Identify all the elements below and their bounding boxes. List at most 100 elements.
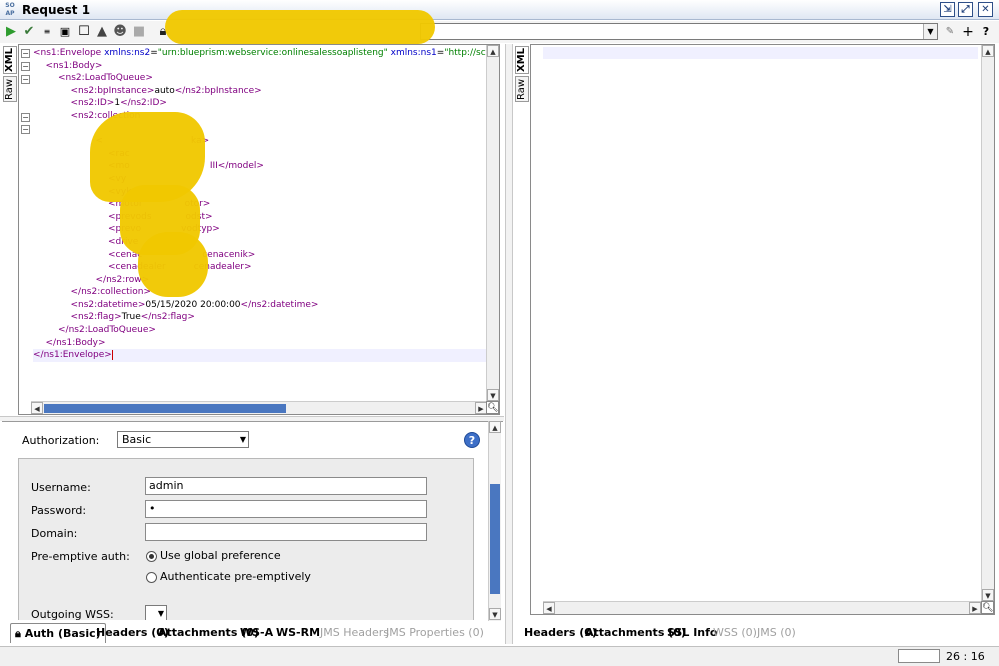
xml-code[interactable]: <ns1:Envelope xmlns:ns2="urn:blueprism:w… <box>33 47 487 399</box>
horizontal-scroll-thumb[interactable] <box>44 404 286 413</box>
check-icon[interactable]: ✔ <box>21 24 37 40</box>
fold-icon[interactable]: − <box>21 125 30 134</box>
xml-line[interactable]: <prevovodtyp> <box>33 223 487 236</box>
chevron-down-icon: ▼ <box>157 609 164 618</box>
help-icon[interactable]: ? <box>464 432 480 448</box>
password-field[interactable]: • <box>145 500 427 518</box>
fold-icon[interactable]: − <box>21 113 30 122</box>
response-vertical-scrollbar[interactable]: ▲ ▼ <box>981 45 994 601</box>
xml-line[interactable]: </ns2:collection> <box>33 286 487 299</box>
xml-line[interactable]: </ns2:row> <box>33 274 487 287</box>
xml-line[interactable]: <cenadealer cenadealer> <box>33 261 487 274</box>
password-label: Password: <box>31 504 87 517</box>
fold-icon[interactable]: − <box>21 49 30 58</box>
scroll-up-icon[interactable]: ▲ <box>982 45 994 57</box>
edit-icon[interactable]: ✎ <box>942 24 958 40</box>
xml-line[interactable]: <ns1:Body> <box>33 60 487 73</box>
request-tab-ws-a[interactable]: WS-A <box>236 623 277 643</box>
endpoint-select[interactable]: ▼ <box>420 23 938 40</box>
tab-label: WS-A <box>240 626 274 639</box>
request-tab-jms-properties-0[interactable]: JMS Properties (0) <box>382 623 488 643</box>
username-label: Username: <box>31 481 91 494</box>
fold-icon[interactable]: − <box>21 62 30 71</box>
response-tab-jms-0[interactable]: JMS (0) <box>753 623 800 643</box>
scroll-up-icon[interactable]: ▲ <box>489 421 501 433</box>
square-icon[interactable]: ☐ <box>76 24 92 40</box>
scroll-left-icon[interactable]: ◀ <box>31 402 43 414</box>
auth-panel: Authorization: Basic ▼ ? Username: admin… <box>2 421 503 620</box>
auth-vertical-scrollbar[interactable]: ▲ ▼ <box>488 421 501 621</box>
maximize-icon[interactable]: ⤢ <box>958 2 973 17</box>
editor-vertical-scrollbar[interactable]: ▲ ▼ <box>486 45 499 401</box>
request-bottom-tabs: 🔒︎ Auth (Basic) Headers (0) Attachments (0… <box>10 623 505 645</box>
editor-gutter: − − − − − <box>19 45 31 401</box>
chevron-down-icon[interactable]: ▼ <box>923 24 937 39</box>
tab-raw-right[interactable]: Raw <box>515 76 529 102</box>
preemptive-auth-label: Pre-emptive auth: <box>31 550 130 563</box>
tab-label: JMS (0) <box>757 626 796 639</box>
xml-line[interactable]: <ns1:Envelope xmlns:ns2="urn:blueprism:w… <box>33 47 487 60</box>
xml-line[interactable]: <ns2:ID>1</ns2:ID> <box>33 97 487 110</box>
response-caret-line <box>543 47 978 59</box>
xml-line[interactable]: <ns2:bpInstance>auto</ns2:bpInstance> <box>33 85 487 98</box>
restore-icon[interactable]: ⇲ <box>940 2 955 17</box>
radio-authenticate-preemptively-label[interactable]: Authenticate pre-emptively <box>160 570 311 583</box>
outgoing-wss-label: Outgoing WSS: <box>31 608 114 620</box>
magnifier-icon[interactable]: 🔍︎ <box>486 401 499 414</box>
tab-label: Auth (Basic) <box>24 627 101 640</box>
domain-field[interactable] <box>145 523 427 541</box>
fold-icon[interactable]: − <box>21 75 30 84</box>
radio-global-preference-label[interactable]: Use global preference <box>160 549 281 562</box>
auth-scroll-thumb[interactable] <box>490 484 500 594</box>
xml-line[interactable]: <ns2:flag>True</ns2:flag> <box>33 311 487 324</box>
xml-line[interactable]: <cenac cenacenik> <box>33 249 487 262</box>
outgoing-wss-select[interactable]: ▼ <box>145 605 167 620</box>
scroll-down-icon[interactable]: ▼ <box>982 589 994 601</box>
plus-icon[interactable]: + <box>960 24 976 40</box>
xml-line[interactable]: <ns2:datetime>05/15/2020 20:00:00</ns2:d… <box>33 299 487 312</box>
authorization-label: Authorization: <box>22 434 100 447</box>
radio-global-preference[interactable] <box>146 551 157 562</box>
xml-line[interactable]: <prevodsodst> <box>33 211 487 224</box>
redaction-mark <box>138 232 208 297</box>
xml-line[interactable]: <ns2:collection <box>33 110 487 123</box>
editor-horizontal-scrollbar[interactable]: ◀ ▶ <box>31 401 487 414</box>
tab-xml-left[interactable]: XML <box>3 46 17 74</box>
stop-icon[interactable]: ■ <box>131 24 147 40</box>
tab-xml-right[interactable]: XML <box>515 46 529 74</box>
window-titlebar: SO AP Request 1 ⇲ ⤢ ✕ <box>0 0 999 20</box>
radio-authenticate-preemptively[interactable] <box>146 572 157 583</box>
response-horizontal-scrollbar[interactable]: ◀ ▶ <box>543 601 981 614</box>
magnifier-icon[interactable]: 🔍︎ <box>981 601 994 614</box>
xml-line[interactable]: </ns1:Envelope> <box>33 349 487 362</box>
authorization-select[interactable]: Basic ▼ <box>117 431 249 448</box>
response-bottom-tabs: Headers (0) Attachments (0) SSL Info WSS (0… <box>520 623 990 645</box>
user-icon[interactable]: ▲ <box>94 24 110 40</box>
person-icon[interactable]: ☻ <box>112 24 128 40</box>
help-icon[interactable]: ? <box>978 24 994 40</box>
close-icon[interactable]: ✕ <box>978 2 993 17</box>
scroll-up-icon[interactable]: ▲ <box>487 45 499 57</box>
tab-label: WS-RM <box>276 626 321 639</box>
scroll-down-icon[interactable]: ▼ <box>489 608 501 620</box>
image-icon[interactable]: ▣ <box>57 24 73 40</box>
authorization-value: Basic <box>122 433 152 446</box>
scroll-right-icon[interactable]: ▶ <box>969 602 981 614</box>
auth-form: Username: admin Password: • Domain: Pre-… <box>18 458 474 620</box>
username-field[interactable]: admin <box>145 477 427 495</box>
response-xml-editor[interactable]: ▲ ▼ ◀ ▶ 🔍︎ <box>530 44 995 615</box>
cursor-position: 26 : 16 <box>946 650 985 663</box>
scroll-down-icon[interactable]: ▼ <box>487 389 499 401</box>
tab-label: JMS Properties (0) <box>386 626 484 639</box>
xml-line[interactable]: </ns1:Body> <box>33 337 487 350</box>
tab-label: WSS (0) <box>713 626 757 639</box>
scroll-left-icon[interactable]: ◀ <box>543 602 555 614</box>
play-icon[interactable]: ▶ <box>3 24 19 40</box>
xml-line[interactable]: </ns2:LoadToQueue> <box>33 324 487 337</box>
tab-raw-left[interactable]: Raw <box>3 76 17 102</box>
xml-line[interactable]: <ns2:LoadToQueue> <box>33 72 487 85</box>
format-icon[interactable]: ≡ <box>39 24 55 40</box>
xml-line[interactable]: <drive <box>33 236 487 249</box>
vertical-splitter[interactable] <box>505 44 513 644</box>
request-xml-editor[interactable]: − − − − − <ns1:Envelope xmlns:ns2="urn:b… <box>18 44 500 415</box>
